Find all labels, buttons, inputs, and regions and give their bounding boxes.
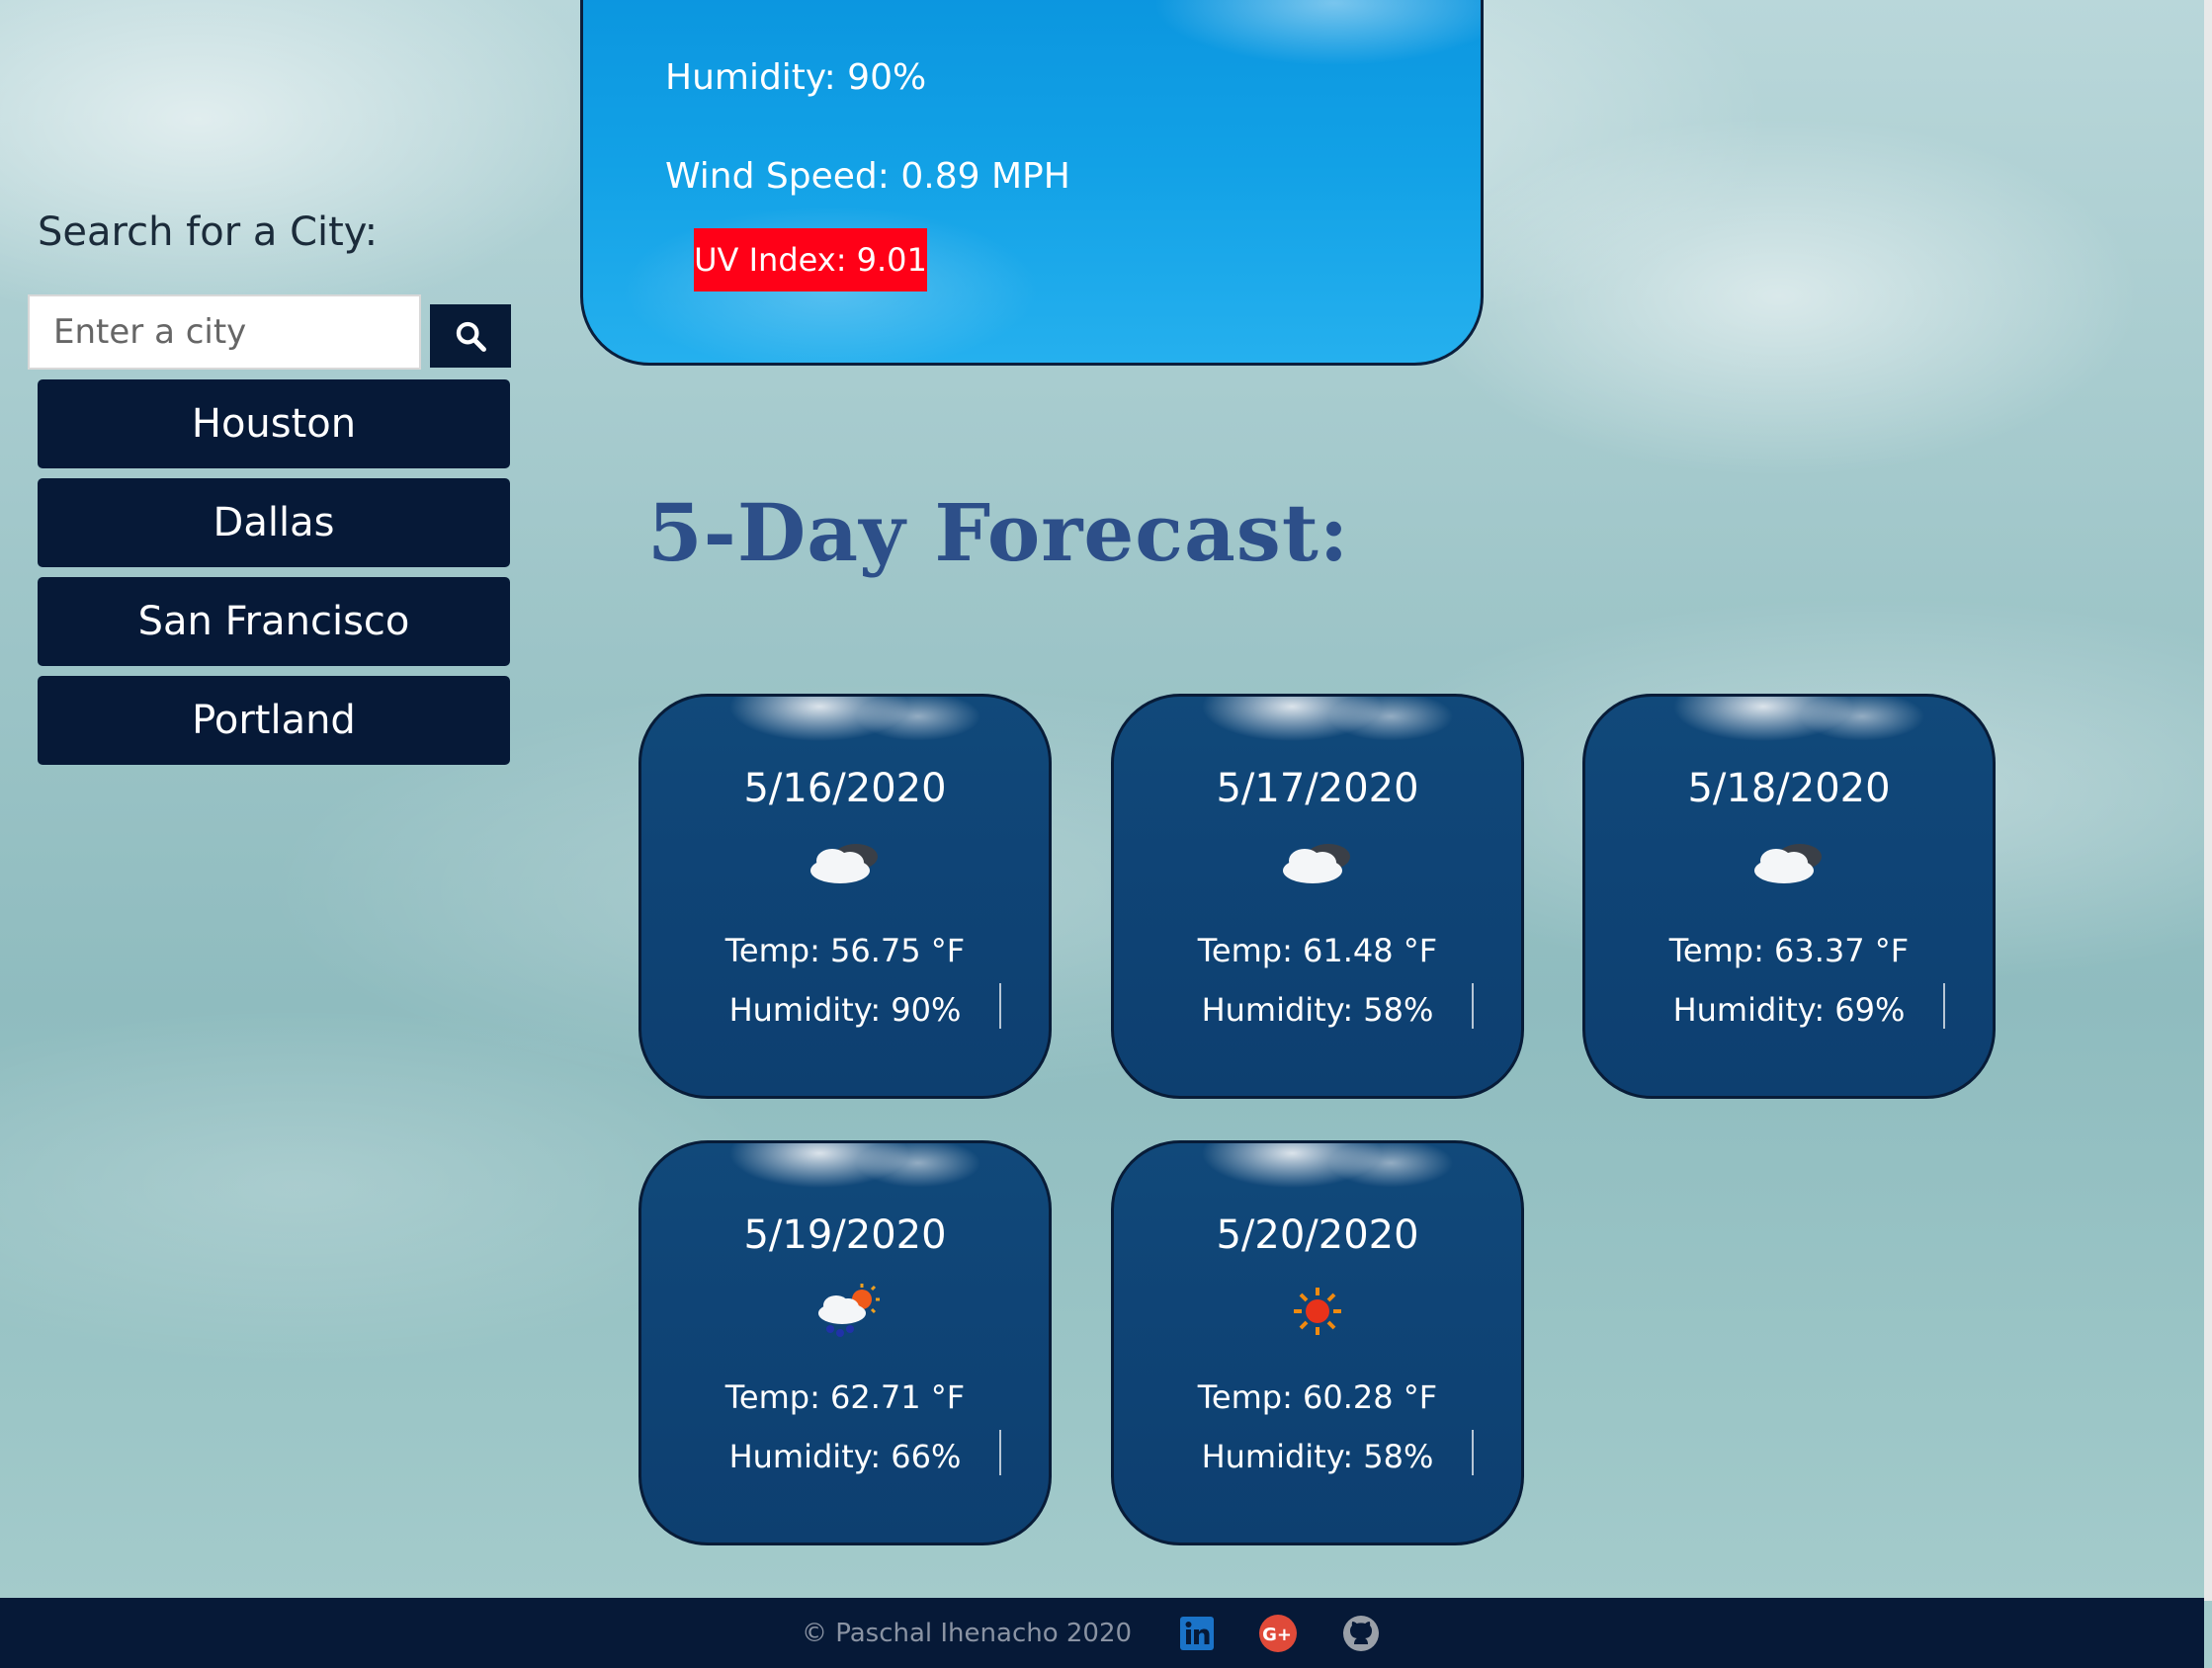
scrollbar[interactable]: [2204, 0, 2212, 1601]
forecast-temp: Temp: 61.48 °F: [1197, 932, 1438, 969]
search-label: Search for a City:: [38, 209, 379, 255]
turbine-decoration: [1472, 983, 1474, 1029]
forecast-temp: Temp: 63.37 °F: [1668, 932, 1910, 969]
footer-copyright: © Paschal Ihenacho 2020: [801, 1618, 1133, 1648]
forecast-date: 5/18/2020: [1687, 766, 1891, 811]
forecast-date: 5/19/2020: [743, 1212, 947, 1258]
city-search-input[interactable]: [28, 294, 421, 370]
current-humidity: Humidity: 90%: [665, 57, 927, 98]
city-button-portland[interactable]: Portland: [38, 676, 510, 765]
forecast-card: 5/19/2020 Temp: 62.71 °F Humidity: 66%: [638, 1140, 1052, 1545]
linkedin-icon[interactable]: [1179, 1616, 1215, 1651]
svg-text:G+: G+: [1262, 1625, 1292, 1645]
forecast-date: 5/17/2020: [1216, 766, 1419, 811]
forecast-humidity: Humidity: 58%: [1201, 991, 1434, 1029]
forecast-title: 5-Day Forecast:: [647, 486, 1350, 579]
rain-sun-icon: [641, 1282, 1049, 1341]
google-plus-icon[interactable]: G+: [1258, 1614, 1298, 1653]
city-button-houston[interactable]: Houston: [38, 379, 510, 468]
forecast-card: 5/20/2020 Temp: 60.28 °F Humidity: 58%: [1111, 1140, 1524, 1545]
footer: © Paschal Ihenacho 2020 G+: [0, 1598, 2204, 1668]
cloudy-icon: [1114, 835, 1521, 894]
forecast-card: 5/18/2020 Temp: 63.37 °F Humidity: 69%: [1582, 694, 1996, 1099]
forecast-humidity: Humidity: 69%: [1672, 991, 1906, 1029]
turbine-decoration: [999, 983, 1001, 1029]
sun-icon: [1114, 1282, 1521, 1341]
forecast-temp: Temp: 60.28 °F: [1197, 1378, 1438, 1416]
github-icon[interactable]: [1341, 1614, 1381, 1653]
forecast-temp: Temp: 62.71 °F: [724, 1378, 966, 1416]
city-button-san-francisco[interactable]: San Francisco: [38, 577, 510, 666]
forecast-humidity: Humidity: 90%: [728, 991, 962, 1029]
search-icon: [456, 321, 486, 352]
current-weather-card: Humidity: 90% Wind Speed: 0.89 MPH UV In…: [580, 0, 1484, 366]
cloudy-icon: [1585, 835, 1993, 894]
forecast-humidity: Humidity: 58%: [1201, 1438, 1434, 1475]
forecast-humidity: Humidity: 66%: [728, 1438, 962, 1475]
current-wind-speed: Wind Speed: 0.89 MPH: [665, 156, 1070, 197]
turbine-decoration: [999, 1430, 1001, 1475]
forecast-date: 5/16/2020: [743, 766, 947, 811]
search-button[interactable]: [430, 304, 511, 368]
forecast-date: 5/20/2020: [1216, 1212, 1419, 1258]
forecast-card: 5/17/2020 Temp: 61.48 °F Humidity: 58%: [1111, 694, 1524, 1099]
uv-index-badge: UV Index: 9.01: [694, 228, 927, 292]
forecast-temp: Temp: 56.75 °F: [724, 932, 966, 969]
cloudy-icon: [641, 835, 1049, 894]
turbine-decoration: [1943, 983, 1945, 1029]
turbine-decoration: [1472, 1430, 1474, 1475]
city-button-dallas[interactable]: Dallas: [38, 478, 510, 567]
forecast-card: 5/16/2020 Temp: 56.75 °F Humidity: 90%: [638, 694, 1052, 1099]
